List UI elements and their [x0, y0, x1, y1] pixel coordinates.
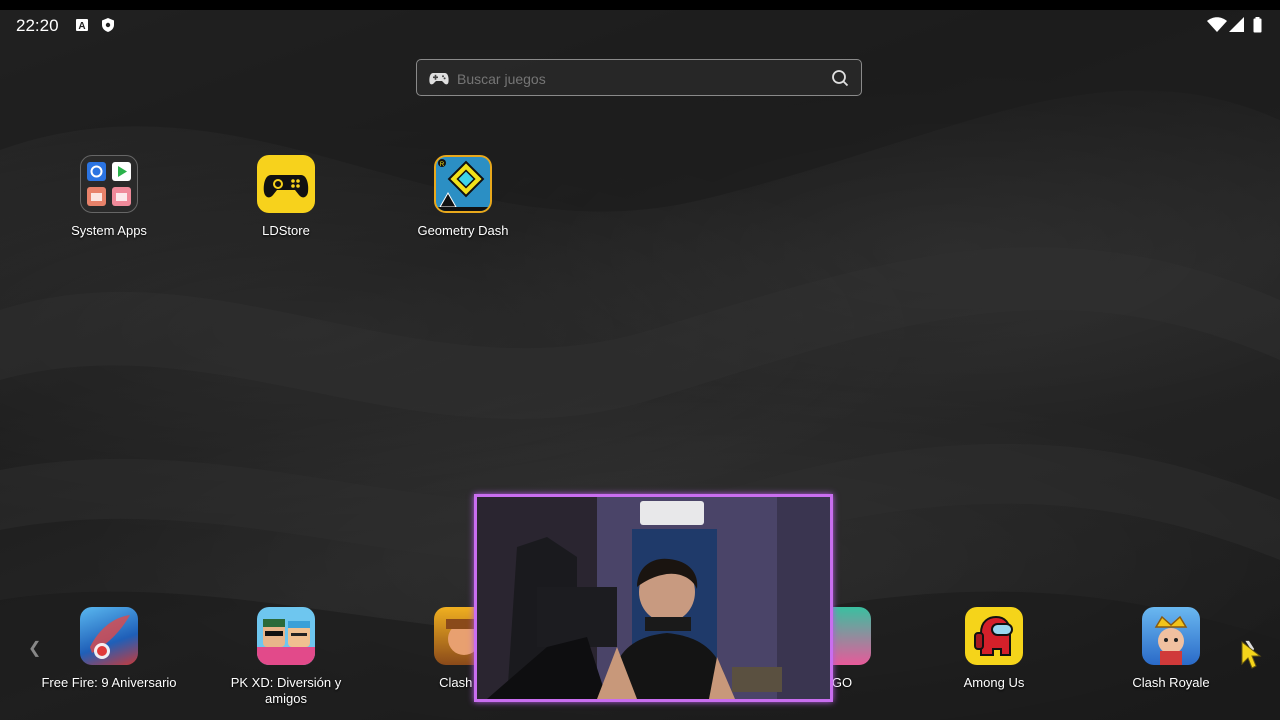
- pk-xd-icon: [257, 607, 315, 665]
- signal-icon: [1229, 17, 1244, 32]
- app-label: System Apps: [71, 223, 147, 238]
- free-fire-icon: [80, 607, 138, 665]
- folder-icon: [80, 155, 138, 213]
- app-system-apps[interactable]: System Apps: [39, 155, 179, 239]
- shield-icon: [102, 18, 114, 32]
- app-geometry-dash[interactable]: R Geometry Dash: [393, 155, 533, 239]
- mouse-cursor-icon: [1241, 640, 1262, 669]
- app-label: PK XD: Diversión y amigos: [230, 675, 342, 706]
- app-label: Clash Royale: [1132, 675, 1210, 690]
- search-bar[interactable]: [416, 59, 862, 96]
- app-ldstore[interactable]: LDStore: [216, 155, 356, 239]
- app-label: Among Us: [963, 675, 1025, 690]
- among-us-icon: [965, 607, 1023, 665]
- webcam-overlay: [474, 494, 833, 702]
- app-label: Free Fire: 9 Aniversario: [41, 675, 177, 690]
- clash-royale-icon: [1142, 607, 1200, 665]
- battery-icon: [1253, 17, 1262, 33]
- status-bar: 22:20 A: [0, 0, 1280, 50]
- ldstore-icon: [257, 155, 315, 213]
- geometry-dash-icon: R: [434, 155, 492, 213]
- search-icon[interactable]: [831, 69, 849, 87]
- dock-app-clash-royale[interactable]: Clash Royale: [1101, 607, 1241, 691]
- app-label: Geometry Dash: [417, 223, 509, 238]
- status-time: 22:20: [16, 16, 59, 35]
- dock-app-among-us[interactable]: Among Us: [924, 607, 1064, 691]
- svg-text:R: R: [440, 162, 445, 168]
- font-a-icon: A: [76, 19, 88, 32]
- svg-text:A: A: [78, 21, 85, 32]
- app-label: LDStore: [262, 223, 310, 238]
- wifi-icon: [1207, 17, 1227, 32]
- dock-app-free-fire[interactable]: Free Fire: 9 Aniversario: [39, 607, 179, 691]
- dock-app-pk-xd[interactable]: PK XD: Diversión y amigos: [216, 607, 356, 707]
- search-input[interactable]: [455, 70, 819, 88]
- gamepad-icon: [429, 73, 449, 85]
